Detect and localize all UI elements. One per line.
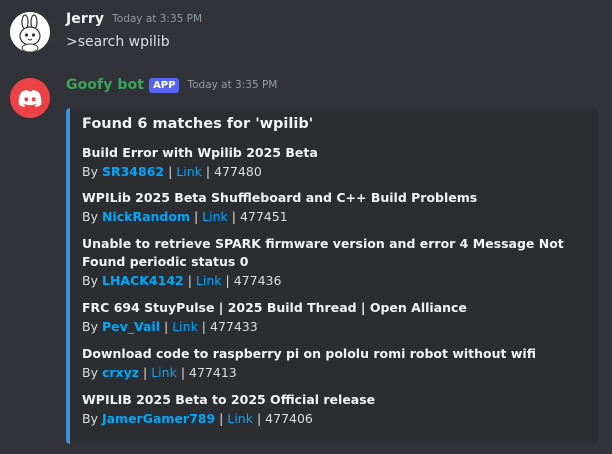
- result-title: FRC 694 StuyPulse | 2025 Build Thread | …: [82, 300, 467, 315]
- author-link[interactable]: LHACK4142: [102, 273, 184, 288]
- list-item: WPILib 2025 Beta Shuffleboard and C++ Bu…: [82, 189, 582, 226]
- post-id: 477406: [265, 411, 313, 426]
- result-title: Unable to retrieve SPARK firmware versio…: [82, 236, 564, 269]
- message-jerry: Jerry Today at 3:35 PM >search wpilib: [0, 0, 612, 64]
- result-meta: By Pev_Vail | Link | 477433: [82, 318, 582, 336]
- list-item: Build Error with Wpilib 2025 Beta By SR3…: [82, 144, 582, 181]
- post-link[interactable]: Link: [196, 273, 222, 288]
- result-meta: By NickRandom | Link | 477451: [82, 208, 582, 226]
- post-link[interactable]: Link: [227, 411, 253, 426]
- embed-title: Found 6 matches for 'wpilib': [82, 116, 314, 132]
- author-link[interactable]: SR34862: [102, 164, 164, 179]
- by-label: By: [82, 164, 98, 179]
- result-meta: By LHACK4142 | Link | 477436: [82, 272, 582, 290]
- discord-logo-icon: [10, 78, 50, 118]
- by-label: By: [82, 319, 98, 334]
- separator: |: [256, 411, 262, 426]
- list-item: Unable to retrieve SPARK firmware versio…: [82, 235, 582, 290]
- timestamp: Today at 3:35 PM: [112, 13, 203, 25]
- chat-channel: Jerry Today at 3:35 PM >search wpilib Go…: [0, 0, 612, 454]
- result-meta: By JamerGamer789 | Link | 477406: [82, 410, 582, 428]
- post-link[interactable]: Link: [176, 164, 202, 179]
- author-link[interactable]: JamerGamer789: [102, 411, 215, 426]
- search-results-embed: Found 6 matches for 'wpilib' Build Error…: [66, 108, 598, 444]
- message-content: >search wpilib: [66, 34, 170, 50]
- result-meta: By SR34862 | Link | 477480: [82, 163, 582, 181]
- user-avatar[interactable]: [10, 12, 50, 52]
- separator: |: [231, 209, 236, 224]
- bunny-avatar-icon: [10, 12, 50, 52]
- post-link[interactable]: Link: [151, 365, 177, 380]
- by-label: By: [82, 209, 98, 224]
- result-title: WPILib 2025 Beta Shuffleboard and C++ Bu…: [82, 190, 478, 205]
- username[interactable]: Jerry: [66, 11, 104, 27]
- list-item: WPILIB 2025 Beta to 2025 Official releas…: [82, 391, 582, 428]
- message-header: Jerry Today at 3:35 PM: [66, 11, 202, 27]
- separator: |: [187, 273, 192, 288]
- author-link[interactable]: Pev_Vail: [102, 319, 160, 334]
- list-item: FRC 694 StuyPulse | 2025 Build Thread | …: [82, 299, 582, 336]
- separator: |: [180, 365, 186, 380]
- by-label: By: [82, 411, 98, 426]
- list-item: Download code to raspberry pi on pololu …: [82, 345, 582, 382]
- author-link[interactable]: NickRandom: [102, 209, 190, 224]
- separator: |: [193, 209, 199, 224]
- post-link[interactable]: Link: [202, 209, 228, 224]
- result-title: Download code to raspberry pi on pololu …: [82, 346, 536, 361]
- post-link[interactable]: Link: [172, 319, 198, 334]
- result-title: Build Error with Wpilib 2025 Beta: [82, 145, 318, 160]
- post-id: 477451: [239, 209, 288, 224]
- by-label: By: [82, 273, 98, 288]
- by-label: By: [82, 365, 98, 380]
- separator: |: [225, 273, 230, 288]
- separator: |: [201, 319, 207, 334]
- message-header: Goofy bot APP Today at 3:35 PM: [66, 77, 277, 93]
- bot-avatar[interactable]: [10, 78, 50, 118]
- app-badge: APP: [149, 77, 180, 93]
- post-id: 477433: [210, 319, 258, 334]
- post-id: 477480: [214, 164, 262, 179]
- separator: |: [219, 411, 224, 426]
- separator: |: [164, 319, 169, 334]
- separator: |: [168, 164, 173, 179]
- timestamp: Today at 3:35 PM: [187, 79, 278, 91]
- username[interactable]: Goofy bot: [66, 77, 144, 93]
- post-id: 477436: [233, 273, 282, 288]
- result-title: WPILIB 2025 Beta to 2025 Official releas…: [82, 392, 376, 407]
- separator: |: [205, 164, 211, 179]
- separator: |: [143, 365, 148, 380]
- result-meta: By crxyz | Link | 477413: [82, 364, 582, 382]
- post-id: 477413: [189, 365, 237, 380]
- author-link[interactable]: crxyz: [102, 365, 139, 380]
